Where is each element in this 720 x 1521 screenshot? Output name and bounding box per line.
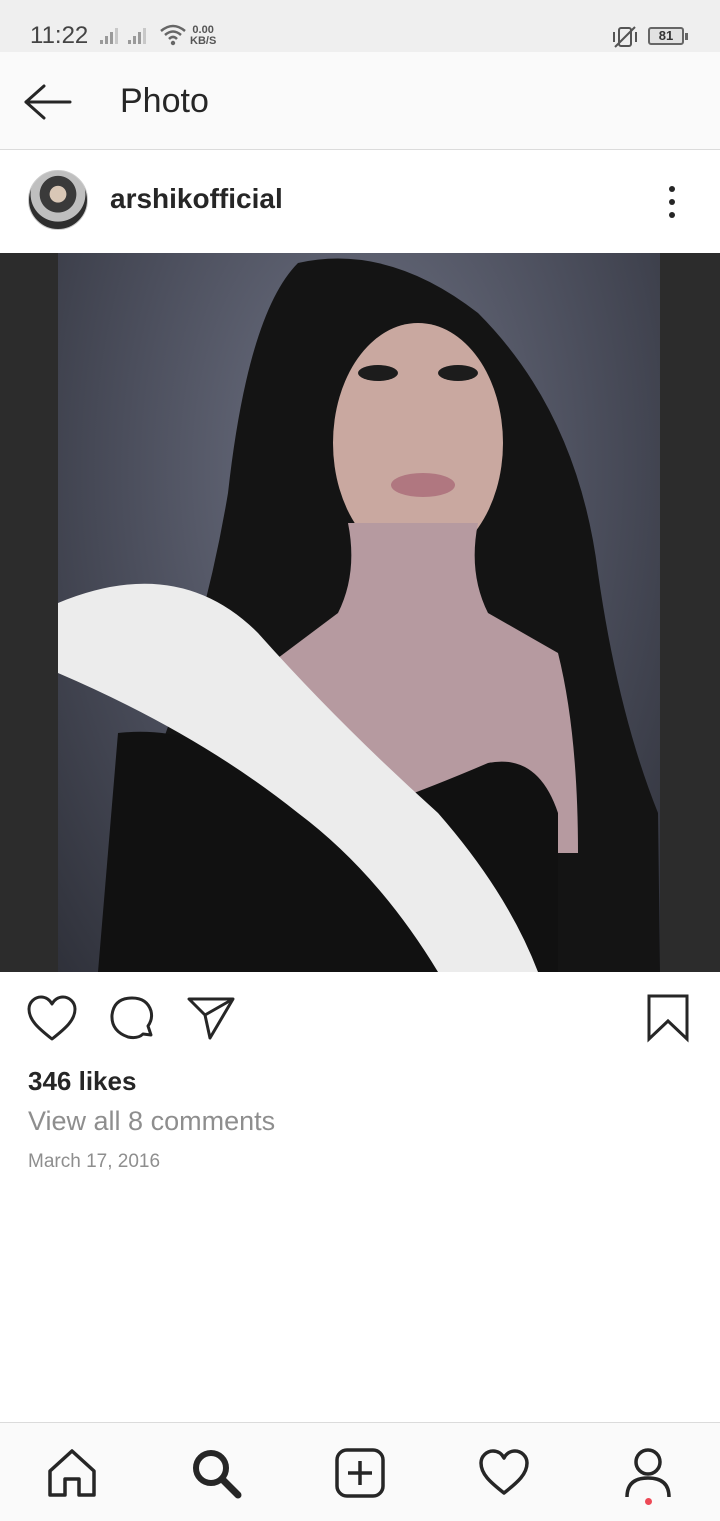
share-button[interactable]: [186, 995, 236, 1043]
status-bar: 11:22 0.00 KB/S 81: [0, 0, 720, 52]
vibrate-icon: [610, 26, 640, 53]
battery-indicator: 81: [648, 27, 688, 45]
profile-icon: [625, 1448, 671, 1498]
more-vertical-icon: [669, 186, 675, 192]
post-actions: [0, 975, 720, 1055]
search-icon: [193, 1450, 242, 1499]
view-comments-link[interactable]: View all 8 comments: [28, 1106, 275, 1137]
back-button[interactable]: [22, 82, 74, 122]
post-photo[interactable]: [0, 253, 720, 972]
wifi-icon: [160, 24, 186, 51]
home-icon: [48, 1449, 96, 1497]
nav-search[interactable]: [188, 1445, 244, 1501]
bookmark-outline-icon: [647, 994, 689, 1043]
save-button[interactable]: [646, 993, 690, 1043]
nav-profile[interactable]: [620, 1445, 676, 1501]
net-speed: 0.00 KB/S: [190, 25, 216, 47]
signal-icon-2: [128, 26, 150, 44]
activity-heart-icon: [479, 1449, 529, 1495]
likes-count[interactable]: 346 likes: [28, 1066, 136, 1097]
notification-dot: [645, 1498, 652, 1505]
comment-bubble-icon: [110, 996, 154, 1040]
comment-button[interactable]: [108, 995, 156, 1043]
more-options-button[interactable]: [660, 182, 684, 222]
avatar[interactable]: [28, 170, 88, 230]
post-header: arshikofficial: [0, 150, 720, 252]
post-date: March 17, 2016: [28, 1151, 161, 1172]
like-button[interactable]: [26, 995, 78, 1043]
app-header: Photo: [0, 52, 720, 150]
status-time: 11:22: [30, 22, 89, 49]
page-title: Photo: [120, 82, 209, 120]
signal-icon-1: [100, 26, 122, 44]
add-post-icon: [335, 1448, 385, 1498]
nav-activity[interactable]: [476, 1445, 532, 1501]
photo-content: [58, 253, 660, 972]
username-link[interactable]: arshikofficial: [110, 183, 283, 215]
arrow-left-icon: [24, 84, 72, 120]
nav-add-post[interactable]: [332, 1445, 388, 1501]
nav-home[interactable]: [44, 1445, 100, 1501]
bottom-nav: [0, 1422, 720, 1521]
net-speed-unit: KB/S: [190, 35, 217, 47]
paper-plane-icon: [187, 997, 235, 1040]
heart-outline-icon: [27, 995, 77, 1041]
